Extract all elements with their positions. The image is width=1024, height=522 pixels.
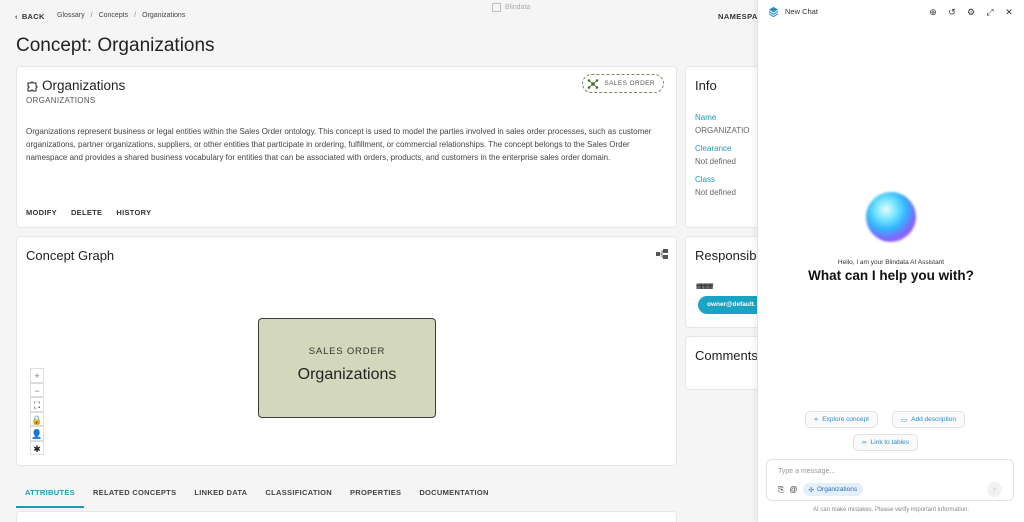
expand-icon[interactable]: ⤢: [985, 6, 995, 18]
tab-attributes[interactable]: ATTRIBUTES: [16, 480, 84, 508]
chat-input-box[interactable]: Type a message... ⎘ @ ✣ Organizations ↑: [766, 459, 1014, 501]
ai-disclaimer: AI can make mistakes. Please verify impo…: [812, 507, 970, 513]
owner-chip[interactable]: owner@default.: [698, 296, 765, 314]
suggestion-add-description[interactable]: ▭ Add description: [892, 411, 965, 428]
history-button[interactable]: HISTORY: [116, 208, 151, 217]
responsibility-text: ffffffffffffffffffff: [696, 284, 713, 291]
settings-icon[interactable]: ⚙: [966, 6, 976, 18]
graph-node-organizations[interactable]: SALES ORDER Organizations: [258, 318, 436, 418]
close-icon[interactable]: ✕: [1004, 6, 1014, 18]
breadcrumb-concepts[interactable]: Concepts: [99, 12, 129, 19]
namespace-label: NAMESPA: [718, 12, 758, 21]
responsibilities-title: Responsib: [695, 248, 757, 263]
concept-detail-card: Organizations ORGANIZATIONS SALES ORDER …: [16, 66, 677, 228]
chat-input-placeholder: Type a message...: [778, 468, 836, 475]
info-class-value: Not defined: [695, 188, 736, 197]
concept-description: Organizations represent business or lega…: [26, 127, 652, 163]
breadcrumb-separator: /: [90, 12, 93, 19]
back-label: BACK: [21, 12, 45, 21]
lock-icon[interactable]: 🔒: [30, 411, 44, 426]
concept-puzzle-icon: [27, 81, 38, 91]
tab-linked-data[interactable]: LINKED DATA: [185, 480, 256, 508]
fit-view-icon[interactable]: ⛶: [30, 397, 44, 412]
assistant-headline: What can I help you with?: [808, 268, 974, 283]
info-name-value: ORGANIZATIO: [695, 126, 750, 135]
document-icon: ▭: [901, 416, 908, 424]
comments-title: Comments: [695, 348, 758, 363]
info-class-label: Class: [695, 175, 716, 184]
concept-actions: MODIFY DELETE HISTORY: [26, 208, 151, 217]
send-button[interactable]: ↑: [987, 482, 1002, 497]
namespace-icon: [588, 78, 599, 89]
tab-documentation[interactable]: DOCUMENTATION: [410, 480, 497, 508]
suggestion-label: Link to tables: [870, 439, 909, 446]
new-chat-icon[interactable]: ⊕: [928, 6, 938, 18]
chat-title: New Chat: [785, 7, 818, 16]
link-icon: ∞: [862, 439, 867, 446]
context-chip-label: Organizations: [816, 486, 858, 493]
namespace-chip-label: SALES ORDER: [604, 80, 655, 87]
suggestion-explore-concept[interactable]: ⟡ Explore concept: [805, 411, 878, 428]
concept-code: ORGANIZATIONS: [26, 96, 96, 105]
breadcrumb: Glossary / Concepts / Organizations: [57, 12, 185, 19]
context-chip[interactable]: ✣ Organizations: [802, 483, 864, 496]
tab-properties[interactable]: PROPERTIES: [341, 480, 410, 508]
chevron-left-icon: ‹: [15, 12, 18, 21]
ai-chat-panel: New Chat ⊕ ↺ ⚙ ⤢ ✕ Hello, I am your Blin…: [757, 0, 1024, 522]
mention-icon[interactable]: @: [789, 485, 797, 494]
brand-logo: Blindata: [492, 3, 530, 12]
suggestion-label: Add description: [911, 416, 956, 423]
tab-related-concepts[interactable]: RELATED CONCEPTS: [84, 480, 185, 508]
brand-name: Blindata: [505, 4, 531, 11]
chat-header-actions: ⊕ ↺ ⚙ ⤢ ✕: [928, 6, 1014, 18]
history-icon[interactable]: ↺: [947, 6, 957, 18]
zoom-in-icon[interactable]: +: [30, 368, 44, 383]
suggestion-label: Explore concept: [822, 416, 869, 423]
user-icon[interactable]: 👤: [30, 426, 44, 441]
node-namespace: SALES ORDER: [308, 346, 386, 357]
asterisk-icon[interactable]: ✱: [30, 440, 44, 455]
delete-button[interactable]: DELETE: [71, 208, 102, 217]
node-name: Organizations: [297, 366, 397, 383]
assistant-orb-graphic: [866, 192, 916, 242]
back-button[interactable]: ‹ BACK: [15, 12, 45, 21]
modify-button[interactable]: MODIFY: [26, 208, 57, 217]
info-clearance-label: Clearance: [695, 144, 732, 153]
breadcrumb-current: Organizations: [142, 12, 186, 19]
breadcrumb-glossary[interactable]: Glossary: [57, 12, 85, 19]
suggestion-link-to-tables[interactable]: ∞ Link to tables: [853, 434, 918, 451]
graph-layout-icon[interactable]: [656, 249, 668, 259]
namespace-chip[interactable]: SALES ORDER: [582, 74, 664, 93]
info-title: Info: [695, 78, 717, 93]
blindata-logo-icon: [768, 6, 779, 17]
graph-toolbar: + − ⛶ 🔒 👤 ✱: [30, 368, 44, 455]
attachment-icon[interactable]: ⎘: [778, 485, 784, 495]
concept-puzzle-icon: ✣: [808, 486, 814, 494]
info-name-label: Name: [695, 113, 717, 122]
detail-tabs: ATTRIBUTES RELATED CONCEPTS LINKED DATA …: [16, 480, 498, 508]
concept-graph-card: Concept Graph SALES ORDER Organizations …: [16, 236, 677, 466]
breadcrumb-separator: /: [134, 12, 137, 19]
info-clearance-value: Not defined: [695, 157, 736, 166]
blindata-logo-icon: [492, 3, 501, 12]
concept-name: Organizations: [42, 78, 126, 93]
top-bar: ‹ BACK Glossary / Concepts / Organizatio…: [0, 0, 760, 34]
assistant-greeting: Hello, I am your Blindata AI Assistant: [837, 259, 945, 266]
tab-content-card: [16, 511, 677, 522]
zoom-out-icon[interactable]: −: [30, 382, 44, 397]
graph-icon: ⟡: [814, 415, 819, 423]
chat-input-tools: ⎘ @ ✣ Organizations: [778, 483, 864, 496]
tab-classification[interactable]: CLASSIFICATION: [256, 480, 341, 508]
chat-header: New Chat: [768, 6, 818, 17]
graph-title: Concept Graph: [26, 248, 115, 263]
page-title: Concept: Organizations: [16, 35, 215, 56]
concept-heading: Organizations: [26, 78, 125, 93]
